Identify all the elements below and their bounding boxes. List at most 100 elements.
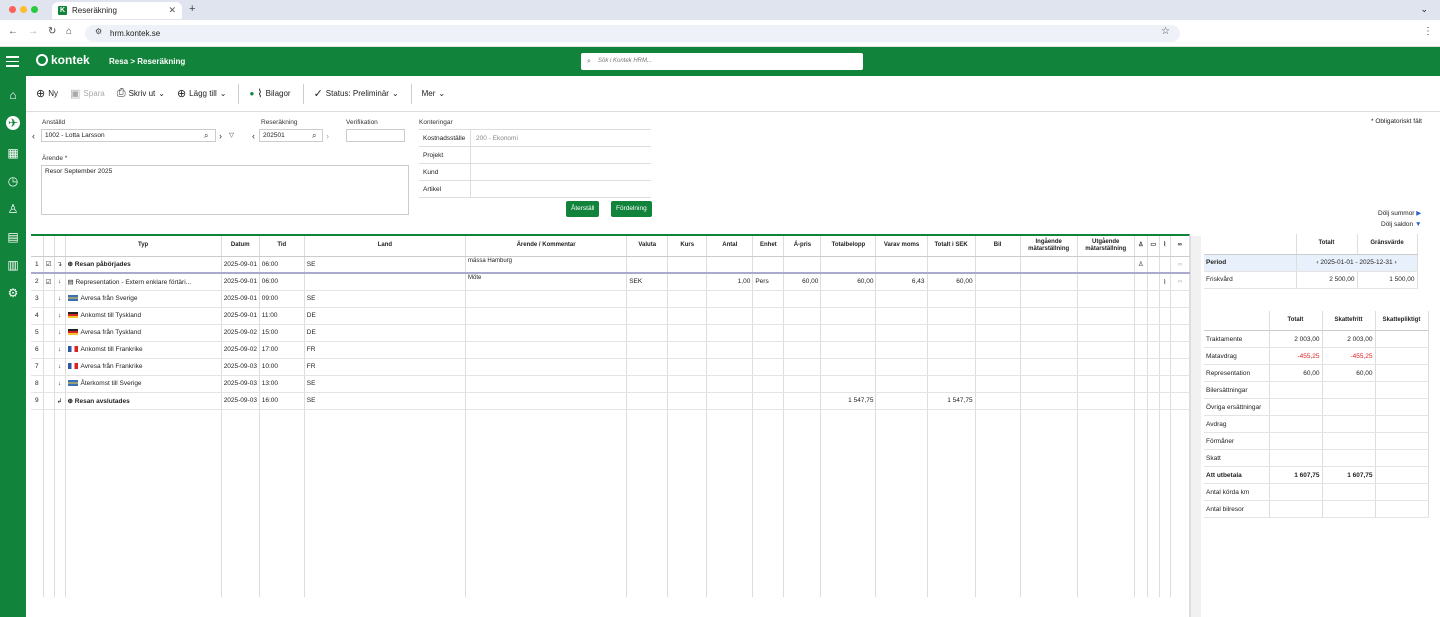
table-row[interactable]: 6 ↓ Ankomst till Frankrike 2025-09-02 17:00 F… [31,341,1191,359]
cell-odometer-in[interactable] [1020,324,1078,342]
print-button[interactable]: ⎙ Skriv ut ⌄ [117,87,165,100]
cell-odometer-in[interactable] [1020,392,1078,410]
cell-odometer-out[interactable] [1077,341,1135,359]
cell-comment[interactable] [465,307,628,325]
person-icon[interactable] [1134,358,1148,376]
table-row[interactable]: 4 ↓ Ankomst till Tyskland 2025-09-01 11:00 DE [31,307,1191,325]
cell-odometer-in[interactable] [1020,290,1078,308]
cell-car[interactable] [975,392,1021,410]
cell-qty[interactable] [706,341,754,359]
url-field[interactable]: hrm.kontek.se [85,25,1180,42]
cell-odometer-out[interactable] [1077,290,1135,308]
back-icon[interactable]: ← [8,26,18,37]
person-icon[interactable] [1134,392,1148,410]
cell-country[interactable]: DE [304,307,466,325]
cell-car[interactable] [975,307,1021,325]
cell-price[interactable] [783,392,822,410]
cell-odometer-out[interactable] [1077,375,1135,393]
table-row[interactable]: 7 ↓ Avresa från Frankrike 2025-09-03 10:00 FR [31,358,1191,376]
cell-total[interactable]: 1 547,75 [820,392,877,410]
calendar-nav-icon[interactable]: ▦ [6,146,20,160]
row-type[interactable]: ▤ Representation - Extern enklare förtär… [65,273,222,291]
link-icon[interactable] [1170,324,1191,342]
employee-field[interactable]: 1002 - Lotta Larsson [41,129,216,142]
cell-vat[interactable] [875,324,928,342]
cell-time[interactable]: 09:00 [259,290,305,308]
prev-report-icon[interactable]: ‹ [252,131,255,141]
cell-rate[interactable] [667,307,708,325]
hamburger-menu-icon[interactable] [6,56,19,70]
cell-date[interactable]: 2025-09-01 [221,273,260,291]
cell-price[interactable] [783,324,822,342]
cell-currency[interactable] [626,256,669,274]
person-icon[interactable]: ♙ [1134,256,1148,274]
person-icon[interactable] [1134,341,1148,359]
cell-total[interactable] [820,290,877,308]
cell-price[interactable] [783,256,822,274]
cell-odometer-in[interactable] [1020,256,1078,274]
cell-time[interactable]: 13:00 [259,375,305,393]
attachment-icon[interactable]: ⌇ [1159,273,1171,291]
cell-sek[interactable] [927,375,976,393]
cell-price[interactable]: 60,00 [783,273,822,291]
col-car[interactable]: Bil [975,236,1021,257]
cell-time[interactable]: 06:00 [259,256,305,274]
person-icon[interactable] [1134,290,1148,308]
row-type[interactable]: Ankomst till Tyskland [65,307,222,325]
row-type[interactable]: Återkomst till Sverige [65,375,222,393]
col-time[interactable]: Tid [259,236,305,257]
cell-country[interactable]: FR [304,358,466,376]
next-report-icon[interactable]: › [326,131,329,141]
cell-rate[interactable] [667,392,708,410]
cell-price[interactable] [783,341,822,359]
cell-currency[interactable] [626,358,669,376]
cell-comment[interactable] [465,341,628,359]
chart-nav-icon[interactable]: ▥ [6,258,20,272]
cell-price[interactable] [783,307,822,325]
cell-car[interactable] [975,273,1021,291]
edit-icon[interactable] [43,392,55,410]
cell-rate[interactable] [667,273,708,291]
cell-odometer-out[interactable] [1077,392,1135,410]
cell-total[interactable] [820,256,877,274]
cell-qty[interactable] [706,375,754,393]
cell-sek[interactable] [927,256,976,274]
cell-vat[interactable] [875,341,928,359]
new-button[interactable]: ⊕ Ny [36,87,58,100]
cell-car[interactable] [975,290,1021,308]
link-icon[interactable] [1170,375,1191,393]
cell-time[interactable]: 10:00 [259,358,305,376]
home-nav-icon[interactable]: ⌂ [6,88,20,102]
link-icon[interactable] [1170,358,1191,376]
cell-vat[interactable] [875,375,928,393]
document-nav-icon[interactable]: ▤ [6,230,20,244]
cell-qty[interactable] [706,358,754,376]
cell-rate[interactable] [667,375,708,393]
cell-comment[interactable] [465,324,628,342]
cell-sek[interactable]: 1 547,75 [927,392,976,410]
col-odometer-out[interactable]: Utgående mätarställning [1077,236,1135,257]
cell-country[interactable]: SE [304,375,466,393]
cell-car[interactable] [975,358,1021,376]
more-button[interactable]: Mer ⌄ [422,89,445,98]
cell-country[interactable]: SE [304,392,466,410]
employee-search-icon[interactable]: ⌕ [204,131,208,141]
edit-icon[interactable] [43,307,55,325]
cell-unit[interactable] [752,256,785,274]
next-employee-icon[interactable]: › [219,131,222,141]
minimize-window-icon[interactable] [20,6,27,13]
cell-country[interactable] [304,273,466,291]
new-tab-icon[interactable]: + [189,3,195,15]
cell-car[interactable] [975,256,1021,274]
cell-date[interactable]: 2025-09-03 [221,358,260,376]
cell-time[interactable]: 17:00 [259,341,305,359]
edit-icon[interactable] [43,375,55,393]
cell-qty[interactable] [706,324,754,342]
cell-date[interactable]: 2025-09-01 [221,290,260,308]
cell-unit[interactable] [752,392,785,410]
edit-icon[interactable]: ☑ [43,273,55,291]
clock-nav-icon[interactable]: ◷ [6,174,20,188]
cell-rate[interactable] [667,290,708,308]
col-odometer-in[interactable]: Ingående mätarställning [1020,236,1078,257]
cell-date[interactable]: 2025-09-02 [221,324,260,342]
